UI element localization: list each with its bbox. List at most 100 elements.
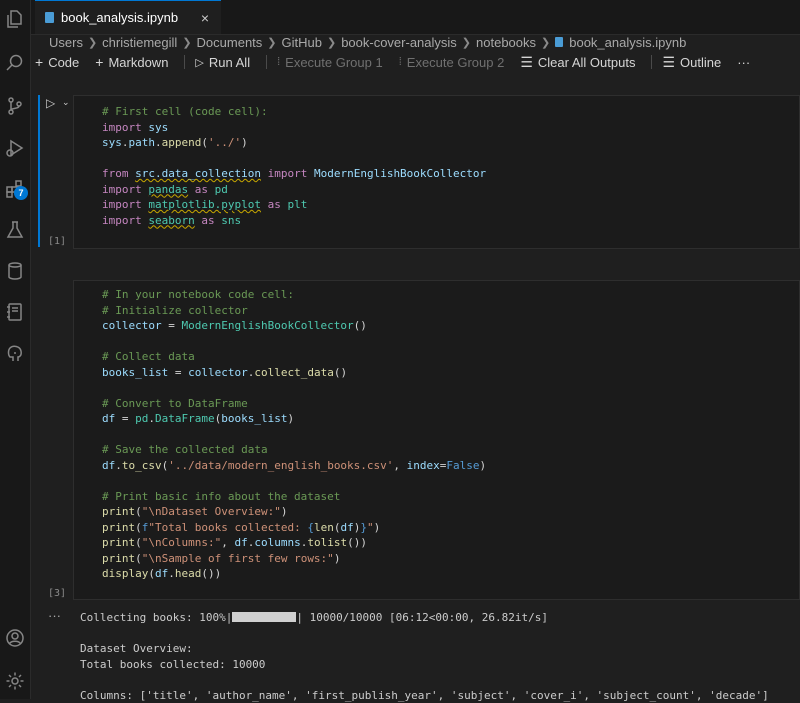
chevron-down-icon[interactable]: ⌄	[62, 97, 70, 108]
cell-1-source[interactable]: # First cell (code cell): import sys sys.p…	[102, 104, 486, 228]
search-icon[interactable]	[4, 52, 26, 74]
code-token: "\nColumns:"	[141, 536, 222, 549]
code-cell-2[interactable]: # In your notebook code cell: # Initializ…	[73, 280, 800, 600]
code-token: print	[102, 520, 136, 534]
chevron-right-icon: ❯	[461, 36, 472, 49]
notebook-file-icon	[45, 12, 54, 23]
breadcrumb-item[interactable]: christiemegill	[102, 35, 177, 50]
breadcrumb-item[interactable]: GitHub	[282, 35, 322, 50]
code-token: )	[280, 505, 288, 518]
code-token: # In your notebook code cell:	[102, 288, 295, 301]
chevron-right-icon: ❯	[182, 36, 192, 49]
code-line: import sys	[102, 120, 486, 136]
code-token: print	[102, 536, 136, 549]
explorer-icon[interactable]	[4, 8, 26, 30]
outline-button[interactable]: ☰ Outline	[662, 54, 721, 71]
close-icon[interactable]: ×	[201, 10, 209, 26]
code-token: "\nDataset Overview:"	[141, 505, 281, 518]
code-line: print("\nColumns:", df.columns.tolist())	[102, 535, 486, 551]
execute-group-2-button[interactable]: ⁞ Execute Group 2	[399, 55, 505, 70]
code-line: print("\nSample of first few rows:")	[102, 551, 486, 567]
code-token: as	[194, 182, 208, 196]
account-icon[interactable]	[4, 627, 26, 649]
run-cell-button[interactable]: ▷	[46, 96, 55, 110]
chevron-right-icon: ❯	[87, 36, 98, 49]
code-token: .	[148, 412, 155, 425]
code-token: sys	[102, 136, 122, 149]
progress-bar	[232, 612, 297, 622]
plus-icon: +	[95, 54, 104, 70]
code-token: plt	[287, 198, 308, 211]
run-debug-icon[interactable]	[4, 137, 26, 159]
code-token: append	[161, 136, 202, 149]
code-line: df = pd.DataFrame(books_list)	[102, 411, 486, 427]
add-markdown-button[interactable]: + Markdown	[95, 54, 168, 70]
code-token: '../data/modern_english_books.csv'	[168, 458, 394, 472]
source-control-icon[interactable]	[4, 95, 26, 117]
editor-tab-bar: book_analysis.ipynb ×	[31, 0, 800, 35]
notebook-icon[interactable]	[4, 301, 26, 323]
code-token: .	[168, 567, 175, 580]
run-all-button[interactable]: ▷ Run All	[195, 55, 250, 70]
code-token: .	[115, 458, 122, 472]
code-token: DataFrame	[155, 412, 215, 425]
output-more-button[interactable]: ···	[48, 608, 61, 623]
run-all-label: Run All	[208, 54, 251, 70]
code-token: )	[479, 458, 487, 472]
breadcrumb-item[interactable]: book-cover-analysis	[341, 35, 457, 50]
clear-all-outputs-button[interactable]: ☰ Clear All Outputs	[520, 54, 635, 71]
code-token: import	[102, 120, 142, 134]
settings-gear-icon[interactable]	[4, 670, 26, 692]
cell-2-source[interactable]: # In your notebook code cell: # Initializ…	[102, 287, 486, 582]
postgres-elephant-icon[interactable]	[4, 343, 26, 365]
tab-book-analysis[interactable]: book_analysis.ipynb ×	[35, 0, 221, 34]
code-line: # Save the collected data	[102, 442, 486, 458]
code-token: pandas	[148, 182, 189, 196]
code-token: import	[102, 198, 142, 211]
code-token: books_list	[102, 365, 169, 379]
code-token: # Initialize collector	[102, 303, 248, 317]
code-token: collector	[102, 319, 162, 332]
code-token: (	[135, 520, 142, 534]
code-line: # Print basic info about the dataset	[102, 489, 486, 505]
code-token: ModernEnglishBookCollector	[313, 167, 487, 180]
code-token: import	[267, 167, 308, 180]
code-line: df.to_csv('../data/modern_english_books.…	[102, 458, 486, 474]
breadcrumb-item[interactable]: Users	[49, 35, 83, 50]
code-token: )	[373, 520, 381, 534]
toolbar-divider	[184, 55, 186, 69]
code-token: '../'	[208, 136, 242, 149]
code-line: print("\nDataset Overview:")	[102, 504, 486, 520]
code-line: display(df.head())	[102, 566, 486, 582]
more-actions-button[interactable]: ···	[737, 55, 750, 70]
breadcrumb-item[interactable]: notebooks	[476, 35, 536, 50]
code-token: (	[135, 536, 142, 549]
code-line: books_list = collector.collect_data()	[102, 365, 486, 381]
add-code-button[interactable]: + Code	[35, 54, 79, 70]
code-line: # Initialize collector	[102, 303, 486, 319]
code-token: src.data_collection	[135, 167, 261, 180]
code-line: # Collect data	[102, 349, 486, 365]
code-token: pd	[135, 412, 149, 425]
code-token: "\nSample of first few rows:"	[141, 551, 334, 565]
clear-all-outputs-label: Clear All Outputs	[537, 54, 636, 70]
code-token: # Print basic info about the dataset	[102, 489, 341, 503]
outline-icon: ☰	[662, 53, 676, 70]
code-token: pd	[214, 182, 228, 196]
breadcrumb-item[interactable]: book_analysis.ipynb	[569, 35, 686, 50]
extensions-badge: 7	[14, 186, 28, 200]
code-token: )	[241, 136, 248, 149]
breadcrumb-item[interactable]: Documents	[197, 35, 263, 50]
testing-icon[interactable]	[4, 219, 26, 241]
code-token: False	[446, 458, 480, 472]
code-cell-1[interactable]: # First cell (code cell): import sys sys.p…	[73, 95, 800, 249]
code-token: ())	[201, 567, 222, 580]
code-line: import pandas as pd	[102, 182, 486, 198]
database-icon[interactable]	[4, 260, 26, 282]
code-token: =	[161, 319, 182, 332]
execute-group-1-button[interactable]: ⁞ Execute Group 1	[277, 55, 383, 70]
